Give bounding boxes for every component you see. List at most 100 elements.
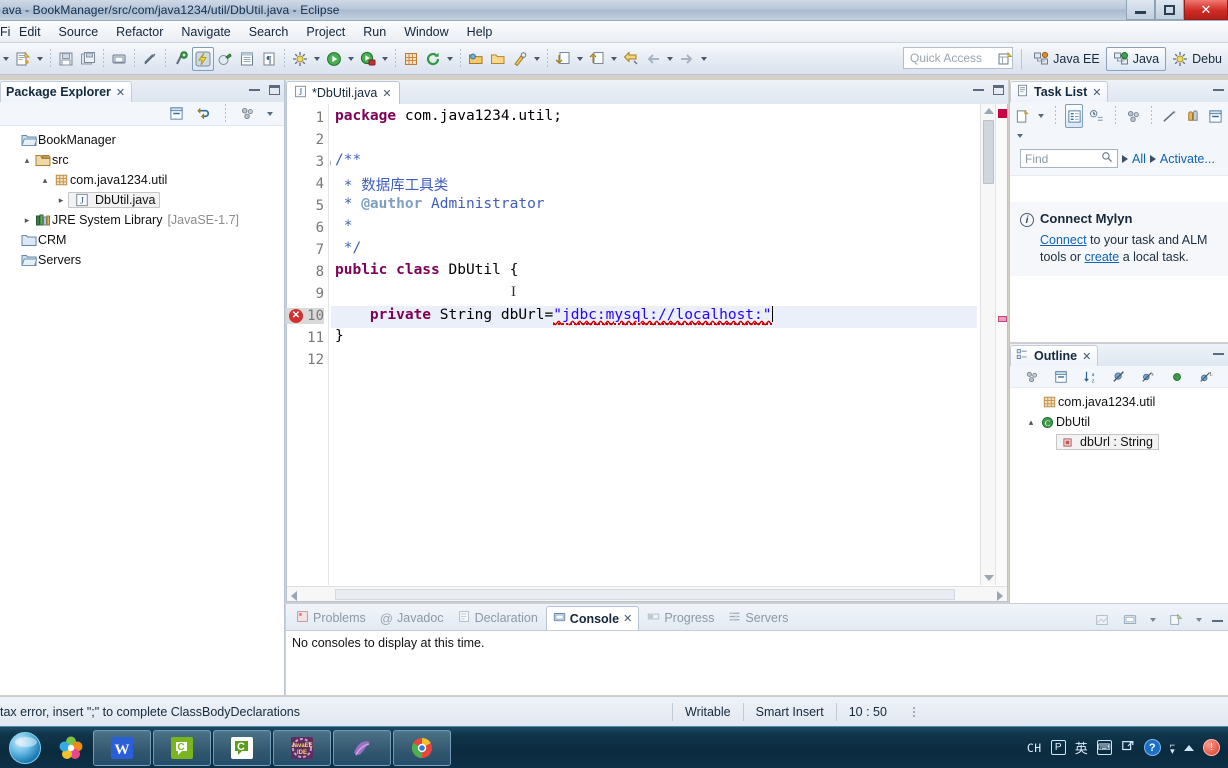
menu-item-refactor[interactable]: Refactor	[107, 23, 172, 41]
minimize-button[interactable]	[248, 83, 261, 96]
ime-language-icon[interactable]: 英	[1075, 738, 1088, 757]
collapse-all-icon[interactable]	[1050, 365, 1072, 389]
search-icon[interactable]	[1101, 151, 1113, 166]
editor-vertical-scrollbar[interactable]	[980, 104, 995, 585]
synchronize-icon[interactable]	[1125, 104, 1143, 128]
run-icon[interactable]	[323, 47, 345, 71]
editor-horizontal-scrollbar[interactable]	[287, 586, 1007, 601]
build-icon[interactable]	[289, 47, 311, 71]
open-perspective-icon[interactable]	[994, 47, 1016, 71]
filter-activate-arrow-icon[interactable]	[1149, 154, 1156, 163]
code-text-area[interactable]: package com.java1234.util; /** * 数据库工具类 …	[331, 104, 977, 585]
tab-declaration[interactable]: Declaration	[452, 606, 544, 630]
tree-item-jre-system-library[interactable]: ▸ JRE System Library [JavaSE-1.7]	[4, 210, 284, 230]
minimize-button[interactable]	[1212, 83, 1225, 96]
external-tools-icon[interactable]	[192, 46, 214, 71]
hide-public-icon[interactable]	[1166, 365, 1188, 389]
create-link[interactable]: create	[1084, 250, 1119, 264]
tree-item-package[interactable]: ▴ com.java1234.util	[4, 170, 284, 190]
editor-body[interactable]: 1 2 3 4 5 6 7 8 9 10 11 12 ✕ − package	[286, 104, 1008, 602]
save-icon[interactable]	[55, 47, 77, 71]
error-marker-icon[interactable]: ✕	[289, 309, 305, 325]
minimize-button[interactable]	[972, 83, 985, 96]
new-task-caret[interactable]	[1037, 104, 1047, 128]
perspective-java[interactable]: Java	[1105, 47, 1167, 71]
categorized-presentation-icon[interactable]	[1065, 104, 1084, 128]
taskbar-item-wechat-green[interactable]: C	[153, 729, 211, 766]
help-icon[interactable]: ?	[1143, 739, 1161, 756]
scroll-thumb[interactable]	[983, 120, 994, 184]
tab-servers[interactable]: Servers	[722, 606, 794, 630]
close-icon[interactable]: ✕	[116, 86, 125, 99]
sort-icon[interactable]: az	[1079, 365, 1101, 389]
display-console-caret[interactable]	[1147, 608, 1159, 632]
tab-package-explorer[interactable]: Package Explorer ✕	[0, 81, 133, 102]
ime-keyboard-icon[interactable]: P	[1050, 740, 1066, 755]
debug-icon[interactable]	[357, 47, 379, 71]
debug-caret[interactable]	[379, 47, 391, 71]
new-task-icon[interactable]	[1014, 104, 1032, 128]
new-wizard-caret[interactable]	[34, 47, 46, 71]
taskbar-item-chrome[interactable]	[393, 729, 451, 766]
close-icon[interactable]: ✕	[1092, 86, 1101, 99]
filter-all-arrow-icon[interactable]	[1122, 154, 1128, 163]
filter-activate-label[interactable]: Activate...	[1160, 152, 1215, 166]
save-all-icon[interactable]	[77, 47, 99, 71]
start-button[interactable]	[0, 728, 50, 768]
new-java-package-icon[interactable]	[400, 47, 422, 71]
prev-annotation-icon[interactable]	[586, 47, 608, 71]
tree-item-servers[interactable]: Servers	[4, 250, 284, 270]
clear-console-icon[interactable]	[1091, 608, 1113, 632]
scroll-left-arrow[interactable]	[291, 591, 297, 601]
editor-tab-dbutil[interactable]: J *DbUtil.java ✕	[286, 81, 400, 104]
back-caret[interactable]	[664, 47, 676, 71]
run-caret[interactable]	[345, 47, 357, 71]
ime-tools-icon[interactable]: ⌨	[1096, 740, 1112, 755]
tree-item-dbutil-java[interactable]: ▸ J DbUtil.java	[4, 190, 284, 210]
scroll-right-arrow[interactable]	[997, 591, 1003, 601]
next-annotation-icon[interactable]	[552, 47, 574, 71]
hscroll-thumb[interactable]	[335, 589, 955, 600]
print-icon[interactable]	[108, 47, 130, 71]
next-annotation-caret[interactable]	[574, 47, 586, 71]
refresh-caret[interactable]	[444, 47, 456, 71]
coverage-icon[interactable]	[214, 47, 236, 71]
taskbar-item-navicat[interactable]	[333, 729, 391, 766]
collapse-all-icon[interactable]	[165, 102, 187, 126]
tree-item-bookmanager[interactable]: BookManager	[4, 130, 284, 150]
tray-expand-icon[interactable]: ⌐ ▾	[1170, 740, 1175, 755]
build-caret[interactable]	[311, 47, 323, 71]
menu-item-window[interactable]: Window	[395, 23, 457, 41]
last-edit-location-icon[interactable]	[620, 47, 642, 71]
focus-on-active-task-icon[interactable]	[236, 102, 258, 126]
menu-item-source[interactable]: Source	[50, 23, 108, 41]
scroll-down-arrow[interactable]	[984, 575, 994, 581]
overview-ruler[interactable]	[995, 104, 1007, 585]
expand-arrow[interactable]: ▸	[20, 215, 34, 226]
collapse-all-icon[interactable]	[1206, 104, 1224, 128]
hide-fields-icon[interactable]	[1108, 365, 1130, 389]
minimize-button[interactable]	[1212, 347, 1225, 360]
taskbar-item-wechat-white[interactable]: C	[213, 729, 271, 766]
outline-item-class[interactable]: ▴ C DbUtil	[1010, 412, 1228, 432]
focus-on-workweek-icon[interactable]	[1161, 104, 1179, 128]
collapse-arrow[interactable]: ▴	[20, 155, 34, 166]
open-console-icon[interactable]	[1165, 608, 1187, 632]
prev-annotation-caret[interactable]	[608, 47, 620, 71]
show-ui-legend-icon[interactable]	[1184, 104, 1202, 128]
forward-caret[interactable]	[698, 47, 710, 71]
maximize-button[interactable]	[992, 83, 1005, 96]
annotation-overview-mark[interactable]	[998, 316, 1007, 322]
perspective-java-ee[interactable]: Java EE	[1027, 47, 1106, 71]
connect-link[interactable]: Connect	[1040, 233, 1087, 247]
tab-progress[interactable]: Progress	[641, 606, 720, 630]
tab-task-list[interactable]: Task List ✕	[1010, 81, 1109, 102]
collapse-arrow[interactable]: ▴	[38, 175, 52, 186]
taskbar-item-word[interactable]: W	[93, 729, 151, 766]
open-type-icon[interactable]	[236, 47, 258, 71]
tree-item-src[interactable]: ▴ src	[4, 150, 284, 170]
outline-item-package[interactable]: com.java1234.util	[1010, 392, 1228, 412]
menu-item-search[interactable]: Search	[240, 23, 298, 41]
show-hidden-icons-icon[interactable]	[1184, 744, 1194, 751]
new-wizard-icon[interactable]	[12, 47, 34, 71]
